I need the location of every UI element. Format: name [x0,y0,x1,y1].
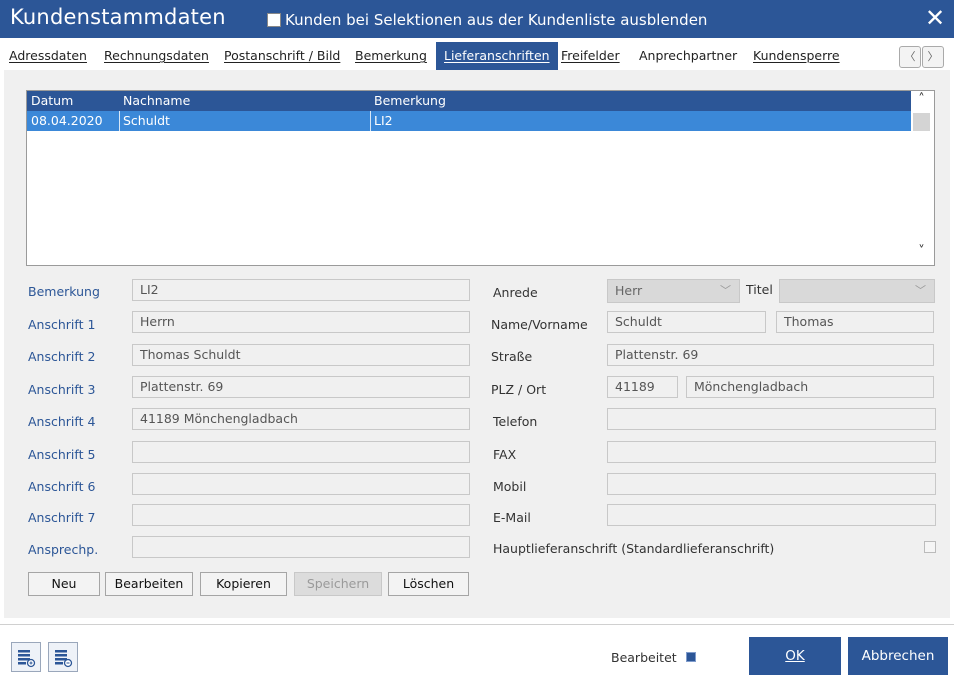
ort-field[interactable]: Mönchengladbach [686,376,934,398]
label-anschrift-4: Anschrift 4 [28,414,96,429]
tab-lieferanschriften[interactable]: Lieferanschriften [436,42,558,70]
mobil-field[interactable] [607,473,936,495]
tab-adressdaten[interactable]: Adressdaten [9,48,87,63]
tab-rechnungsdaten[interactable]: Rechnungsdaten [104,48,209,63]
label-hauptlieferanschrift: Hauptlieferanschrift (Standardlieferansc… [493,541,775,556]
kopieren-button[interactable]: Kopieren [200,572,287,596]
label-anschrift-3: Anschrift 3 [28,382,96,397]
anschrift-1-field[interactable]: Herrn [132,311,470,333]
loeschen-button[interactable]: Löschen [388,572,469,596]
scroll-down-icon[interactable]: ˅ [911,244,932,259]
abbrechen-label: Abbrechen [861,648,935,664]
label-anschrift-7: Anschrift 7 [28,510,96,525]
fax-field[interactable] [607,441,936,463]
label-fax: FAX [493,447,517,462]
hide-customer-label: Kunden bei Selektionen aus der Kundenlis… [285,11,708,29]
scroll-up-icon[interactable]: ˄ [911,92,932,107]
vorname-field[interactable]: Thomas [776,311,934,333]
label-anschrift-2: Anschrift 2 [28,349,96,364]
label-ansprechp: Ansprechp. [28,542,99,557]
window-title: Kundenstammdaten [10,5,226,29]
neu-button[interactable]: Neu [28,572,100,596]
column-header-datum[interactable]: Datum [31,93,73,108]
ansprechp-field[interactable] [132,536,470,558]
list-export-icon[interactable] [11,642,41,672]
anschrift-2-field[interactable]: Thomas Schuldt [132,344,470,366]
label-strasse: Straße [491,349,533,364]
list-import-icon[interactable] [48,642,78,672]
label-telefon: Telefon [493,414,538,429]
cell-divider [119,111,120,131]
bearbeitet-indicator [686,652,696,662]
tab-postanschrift-bild[interactable]: Postanschrift / Bild [224,48,340,63]
label-anrede: Anrede [493,285,538,300]
ok-label: OK [785,648,805,664]
table-row[interactable]: 08.04.2020 Schuldt LI2 [27,111,911,131]
telefon-field[interactable] [607,408,936,430]
column-header-bemerkung[interactable]: Bemerkung [374,93,446,108]
anschrift-6-field[interactable] [132,473,470,495]
nachname-field[interactable]: Schuldt [607,311,766,333]
plz-field[interactable]: 41189 [607,376,678,398]
anrede-select[interactable]: Herr ﹀ [607,279,740,303]
chevron-down-icon: ﹀ [720,284,731,297]
grid-header: Datum Nachname Bemerkung [27,91,911,111]
label-email: E-Mail [493,510,531,525]
bearbeiten-button[interactable]: Bearbeiten [105,572,193,596]
tab-bemerkung[interactable]: Bemerkung [355,48,427,63]
anschrift-7-field[interactable] [132,504,470,526]
abbrechen-button[interactable]: Abbrechen [848,637,948,675]
chevron-down-icon: ﹀ [915,284,926,297]
cell-nachname: Schuldt [123,113,170,128]
label-mobil: Mobil [493,479,527,494]
label-plz-ort: PLZ / Ort [491,382,547,397]
hide-customer-checkbox[interactable] [267,13,281,27]
hauptlieferanschrift-checkbox[interactable] [924,541,936,553]
anschrift-5-field[interactable] [132,441,470,463]
strasse-field[interactable]: Plattenstr. 69 [607,344,934,366]
label-name-vorname: Name/Vorname [491,317,588,332]
tab-prev-icon[interactable]: 〈 [899,46,921,68]
cell-divider [370,111,371,131]
cell-datum: 08.04.2020 [31,113,103,128]
tab-kundensperre[interactable]: Kundensperre [753,48,840,63]
close-icon[interactable]: ✕ [921,4,949,32]
tab-anprechpartner[interactable]: Anprechpartner [639,48,737,63]
footer-divider [0,624,954,625]
column-header-nachname[interactable]: Nachname [123,93,190,108]
tab-next-icon[interactable]: 〉 [922,46,944,68]
cell-bemerkung: LI2 [374,113,393,128]
ok-button[interactable]: OK [749,637,841,675]
label-anschrift-5: Anschrift 5 [28,447,96,462]
anrede-value: Herr [615,283,643,298]
bemerkung-field[interactable]: LI2 [132,279,470,301]
bearbeitet-label: Bearbeitet [611,650,677,665]
speichern-button[interactable]: Speichern [294,572,382,596]
anschrift-3-field[interactable]: Plattenstr. 69 [132,376,470,398]
label-bemerkung: Bemerkung [28,284,100,299]
label-anschrift-6: Anschrift 6 [28,479,96,494]
scrollbar-thumb[interactable] [913,113,930,131]
label-anschrift-1: Anschrift 1 [28,317,96,332]
tab-freifelder[interactable]: Freifelder [561,48,620,63]
label-titel: Titel [746,282,773,297]
anschrift-4-field[interactable]: 41189 Mönchengladbach [132,408,470,430]
titel-select[interactable]: ﹀ [779,279,935,303]
email-field[interactable] [607,504,936,526]
